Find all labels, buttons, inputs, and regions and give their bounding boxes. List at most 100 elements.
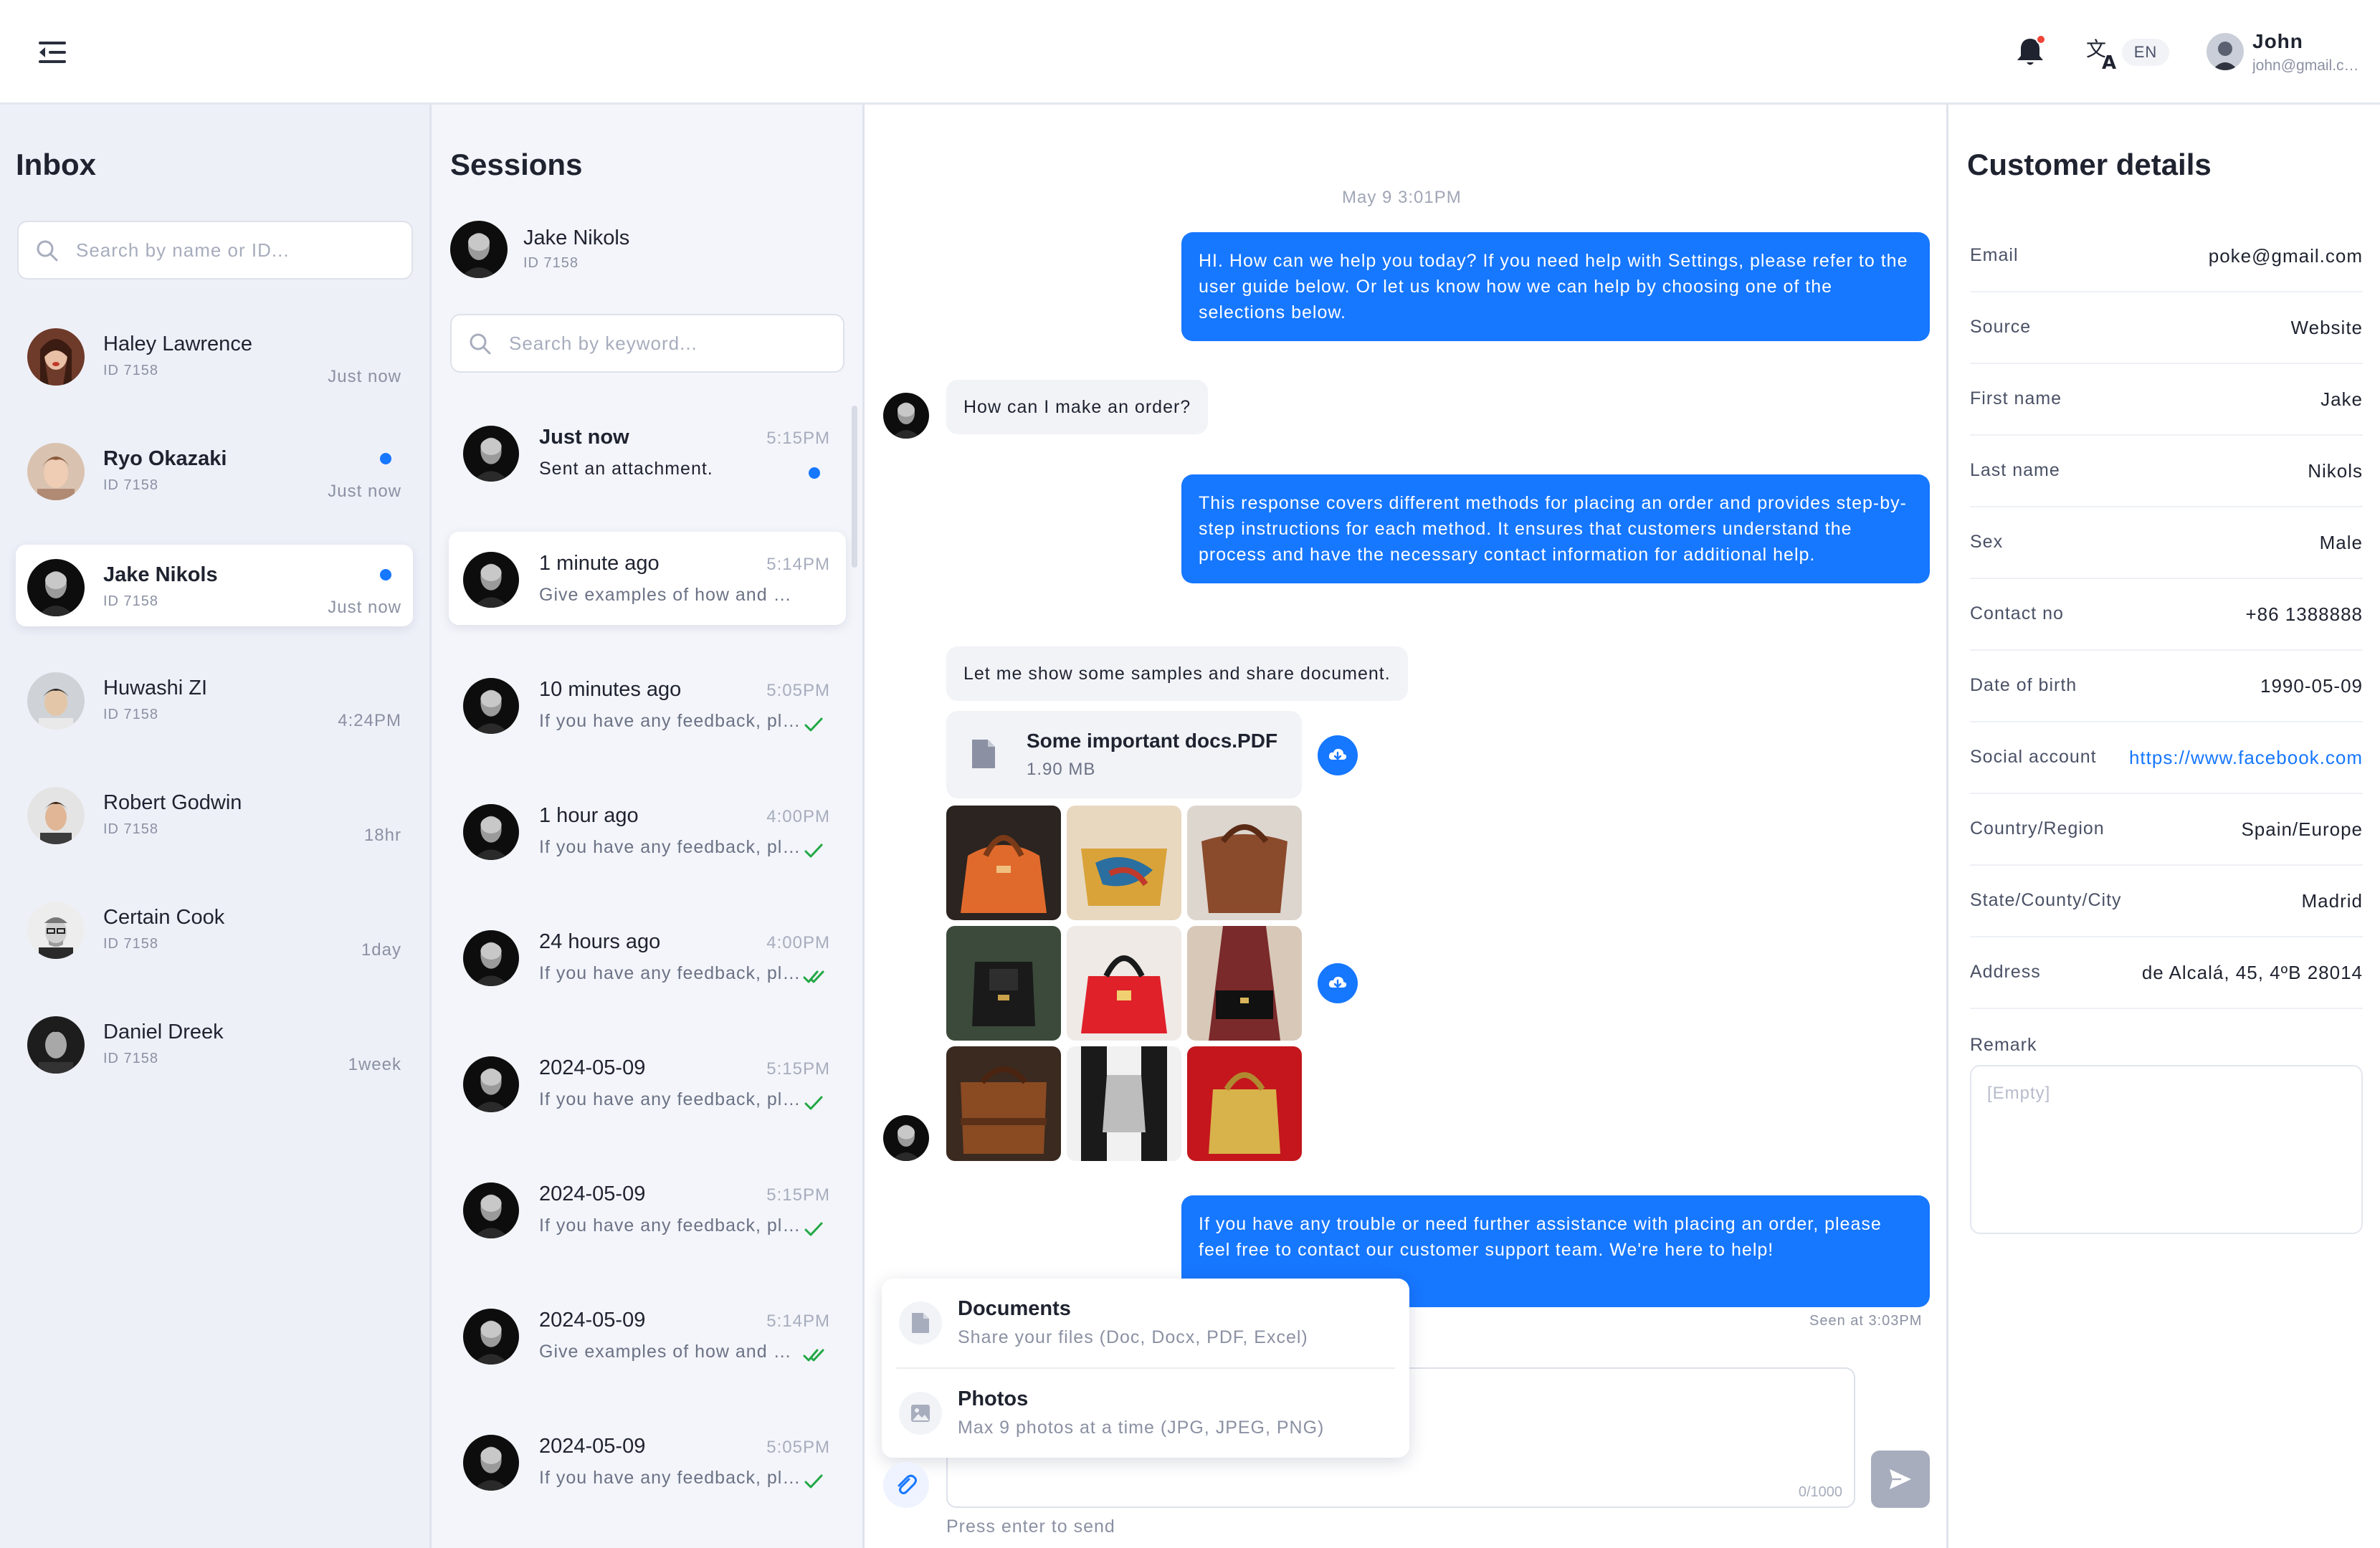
photo-thumbnail[interactable] bbox=[1187, 926, 1302, 1041]
search-icon bbox=[37, 240, 58, 262]
unread-dot bbox=[380, 569, 391, 580]
avatar bbox=[463, 1309, 519, 1365]
sessions-title: Sessions bbox=[450, 148, 583, 181]
detail-row: First name Jake bbox=[1970, 364, 2363, 436]
detail-value: Nikols bbox=[2308, 460, 2363, 482]
session-search-input[interactable]: Search by keyword... bbox=[450, 314, 844, 373]
session-preview: If you have any feedback, please let us … bbox=[539, 1468, 804, 1488]
menu-collapse-icon[interactable] bbox=[36, 37, 69, 67]
session-item[interactable]: 2024-05-09 5:05PM If you have any feedback… bbox=[449, 1415, 846, 1508]
detail-label: Sex bbox=[1970, 532, 2004, 552]
session-item[interactable]: 10 minutes ago 5:05PM If you have any feed… bbox=[449, 658, 846, 751]
double-check-icon bbox=[803, 968, 824, 986]
session-item[interactable]: 24 hours ago 4:00PM If you have any feedba… bbox=[449, 910, 846, 1003]
inbox-item[interactable]: Huwashi ZI ID 7158 4:24PM bbox=[16, 658, 413, 740]
char-count: 0/1000 bbox=[1798, 1484, 1842, 1500]
session-contact-avatar bbox=[450, 221, 508, 278]
detail-value: Spain/Europe bbox=[2241, 818, 2363, 840]
detail-row: State/County/City Madrid bbox=[1970, 866, 2363, 937]
contact-time: 1week bbox=[348, 1055, 401, 1074]
detail-value: Male bbox=[2319, 532, 2363, 553]
language-badge[interactable]: EN bbox=[2122, 39, 2169, 66]
session-time: 5:15PM bbox=[766, 1185, 830, 1205]
session-item[interactable]: 2024-05-09 5:14PM Give examples of how and… bbox=[449, 1289, 846, 1382]
check-icon bbox=[803, 715, 824, 734]
search-icon bbox=[470, 333, 491, 355]
translate-icon[interactable]: 文 A bbox=[2085, 34, 2122, 74]
notification-bell-icon[interactable] bbox=[2012, 33, 2049, 70]
session-title: 2024-05-09 bbox=[539, 1182, 646, 1205]
contact-name: Ryo Okazaki bbox=[103, 447, 227, 470]
user-avatar[interactable] bbox=[2207, 33, 2244, 70]
attach-documents-desc: Share your files (Doc, Docx, PDF, Excel) bbox=[958, 1327, 1308, 1347]
detail-label: Last name bbox=[1970, 460, 2060, 480]
remark-input[interactable]: [Empty] bbox=[1970, 1065, 2363, 1234]
attach-photos-option[interactable]: Photos Max 9 photos at a time (JPG, JPEG… bbox=[882, 1369, 1409, 1458]
send-button[interactable] bbox=[1871, 1451, 1930, 1508]
session-title: 1 minute ago bbox=[539, 552, 660, 575]
session-time: 5:14PM bbox=[766, 1312, 830, 1331]
download-file-button[interactable] bbox=[1318, 735, 1358, 775]
photo-thumbnail[interactable] bbox=[946, 1046, 1061, 1161]
photo-thumbnail[interactable] bbox=[1067, 806, 1181, 920]
user-name[interactable]: John bbox=[2252, 30, 2303, 53]
session-preview: Sent an attachment. bbox=[539, 459, 713, 479]
detail-label: Country/Region bbox=[1970, 818, 2105, 838]
session-item[interactable]: 1 hour ago 4:00PM If you have any feedback… bbox=[449, 784, 846, 877]
contact-time: 4:24PM bbox=[338, 711, 401, 730]
attach-button[interactable] bbox=[883, 1462, 929, 1508]
avatar bbox=[27, 902, 85, 959]
inbox-item[interactable]: Ryo Okazaki ID 7158 Just now bbox=[16, 429, 413, 510]
avatar bbox=[463, 1056, 519, 1112]
attach-documents-option[interactable]: Documents Share your files (Doc, Docx, P… bbox=[882, 1279, 1409, 1367]
avatar bbox=[27, 559, 85, 616]
file-attachment[interactable]: Some important docs.PDF 1.90 MB bbox=[946, 711, 1302, 798]
detail-row: Source Website bbox=[1970, 292, 2363, 364]
detail-label: Date of birth bbox=[1970, 675, 2077, 695]
cloud-download-icon bbox=[1328, 976, 1347, 988]
photo-thumbnail[interactable] bbox=[946, 806, 1061, 920]
inbox-search-input[interactable]: Search by name or ID... bbox=[17, 221, 413, 280]
detail-row: Country/Region Spain/Europe bbox=[1970, 794, 2363, 866]
session-item[interactable]: Just now 5:15PM Sent an attachment. bbox=[449, 406, 846, 499]
session-time: 4:00PM bbox=[766, 807, 830, 826]
attachment-menu: Documents Share your files (Doc, Docx, P… bbox=[882, 1279, 1409, 1458]
detail-value: Website bbox=[2290, 317, 2363, 338]
check-icon bbox=[803, 1094, 824, 1112]
inbox-item[interactable]: Robert Godwin ID 7158 18hr bbox=[16, 773, 413, 854]
customer-message: How can I make an order? bbox=[946, 380, 1209, 434]
notification-dot bbox=[2036, 34, 2046, 44]
detail-label: Email bbox=[1970, 245, 2019, 265]
download-photos-button[interactable] bbox=[1318, 963, 1358, 1003]
session-title: Just now bbox=[539, 426, 629, 449]
svg-text:A: A bbox=[2102, 52, 2116, 72]
inbox-item[interactable]: Haley Lawrence ID 7158 Just now bbox=[16, 314, 413, 396]
session-item[interactable]: 2024-05-09 5:15PM If you have any feedback… bbox=[449, 1162, 846, 1256]
detail-value: 1990-05-09 bbox=[2260, 675, 2363, 697]
inbox-item[interactable]: Certain Cook ID 7158 1day bbox=[16, 887, 413, 969]
photo-thumbnail[interactable] bbox=[1067, 1046, 1181, 1161]
photo-thumbnail[interactable] bbox=[1187, 806, 1302, 920]
inbox-search-placeholder: Search by name or ID... bbox=[76, 239, 290, 261]
contact-id: ID 7158 bbox=[103, 821, 159, 837]
photo-thumbnail[interactable] bbox=[1187, 1046, 1302, 1161]
photo-thumbnail[interactable] bbox=[1067, 926, 1181, 1041]
sessions-scrollbar[interactable] bbox=[852, 406, 857, 568]
avatar bbox=[27, 443, 85, 500]
session-preview: If you have any feedback, please let us … bbox=[539, 1089, 804, 1109]
attach-photos-desc: Max 9 photos at a time (JPG, JPEG, PNG) bbox=[958, 1418, 1325, 1438]
session-item[interactable]: 2024-05-09 5:15PM If you have any feedback… bbox=[449, 1036, 846, 1129]
detail-link[interactable]: https://www.facebook.com bbox=[2129, 747, 2363, 769]
contact-name: Daniel Dreek bbox=[103, 1021, 224, 1043]
session-item-active[interactable]: 1 minute ago 5:14PM Give examples of how a… bbox=[449, 532, 846, 625]
detail-row: Social account https://www.facebook.com bbox=[1970, 722, 2363, 794]
details-title: Customer details bbox=[1967, 148, 2212, 181]
inbox-item-active[interactable]: Jake Nikols ID 7158 Just now bbox=[16, 545, 413, 626]
session-contact-name: Jake Nikols bbox=[523, 226, 630, 249]
contact-name: Certain Cook bbox=[103, 906, 225, 929]
session-title: 2024-05-09 bbox=[539, 1056, 646, 1079]
unread-dot bbox=[380, 453, 391, 464]
photo-thumbnail[interactable] bbox=[946, 926, 1061, 1041]
session-preview: If you have any feedback, please let us … bbox=[539, 1215, 804, 1236]
inbox-item[interactable]: Daniel Dreek ID 7158 1week bbox=[16, 1002, 413, 1084]
